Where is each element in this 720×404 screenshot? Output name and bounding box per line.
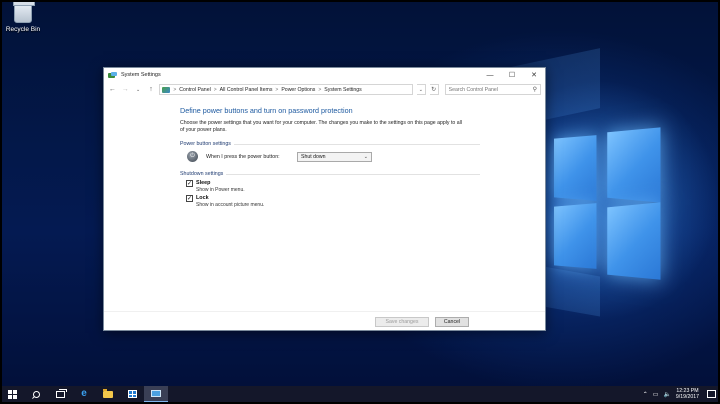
action-center-icon[interactable] <box>707 390 716 398</box>
store-icon <box>128 390 137 398</box>
search-icon <box>33 391 40 398</box>
start-button[interactable] <box>0 386 24 402</box>
mouse-pointer-icon <box>333 229 337 235</box>
power-button-settings-header: Power button settings <box>180 141 480 147</box>
search-box[interactable]: ⚲ <box>445 84 541 95</box>
power-button-label: When I press the power button: <box>206 154 297 160</box>
page-title: Define power buttons and turn on passwor… <box>180 106 480 115</box>
forward-arrow-icon[interactable]: → <box>121 86 130 93</box>
up-arrow-icon[interactable]: ↑ <box>147 86 156 93</box>
system-tray: ⌃ ▭ 🔈 12:23 PM 9/19/2017 <box>643 388 720 400</box>
desktop: Recycle Bin System Settings — ☐ ✕ ← → ⌄ … <box>0 0 720 386</box>
task-view-icon <box>56 391 65 398</box>
address-dropdown-icon[interactable]: ⌄ <box>417 84 426 95</box>
footer: Save changes Cancel <box>104 311 545 331</box>
section-divider <box>226 174 480 175</box>
minimize-button[interactable]: — <box>479 68 501 82</box>
recent-dropdown-icon[interactable]: ⌄ <box>134 87 143 93</box>
windows-logo-pane <box>607 127 660 202</box>
letterbox-bar <box>0 0 720 2</box>
power-button-row: ⏻ When I press the power button: Shut do… <box>187 151 480 162</box>
breadcrumb-separator: > <box>318 87 321 93</box>
volume-icon[interactable]: 🔈 <box>663 391 670 398</box>
section-title: Shutdown settings <box>180 171 223 177</box>
windows-start-icon <box>8 390 17 399</box>
breadcrumb-system-settings[interactable]: System Settings <box>324 87 361 93</box>
store-button[interactable] <box>120 386 144 402</box>
window-title: System Settings <box>121 72 479 78</box>
section-title: Power button settings <box>180 141 231 147</box>
windows-logo-pane <box>554 135 597 201</box>
address-row: ← → ⌄ ↑ > Control Panel > All Control Pa… <box>104 82 545 97</box>
lock-option: ✓ Lock Show in account picture menu. <box>186 195 480 209</box>
file-explorer-button[interactable] <box>96 386 120 402</box>
search-button[interactable] <box>24 386 48 402</box>
breadcrumb-separator: > <box>275 87 278 93</box>
power-button-value: Shut down <box>301 154 326 160</box>
breadcrumb-all-items[interactable]: All Control Panel Items <box>220 87 273 93</box>
network-icon[interactable]: ▭ <box>653 391 659 398</box>
folder-icon <box>103 391 113 398</box>
recycle-bin-icon <box>14 3 32 23</box>
control-panel-taskbar-button[interactable] <box>144 386 168 402</box>
main-content: Define power buttons and turn on passwor… <box>180 106 480 209</box>
power-icon: ⏻ <box>187 151 198 162</box>
sleep-checkbox[interactable]: ✓ <box>186 180 193 187</box>
windows-logo-pane <box>607 202 660 279</box>
sleep-description: Show in Power menu. <box>196 187 245 194</box>
system-settings-window: System Settings — ☐ ✕ ← → ⌄ ↑ > Control … <box>103 67 546 331</box>
sleep-label: Sleep <box>196 180 245 187</box>
search-input[interactable] <box>449 87 529 93</box>
breadcrumb-power-options[interactable]: Power Options <box>281 87 315 93</box>
lock-label: Lock <box>196 195 264 202</box>
letterbox-bar <box>0 0 2 404</box>
recycle-bin-label: Recycle Bin <box>3 26 43 33</box>
maximize-button[interactable]: ☐ <box>501 68 523 82</box>
control-panel-icon <box>151 390 161 397</box>
search-icon: ⚲ <box>533 86 537 93</box>
page-description: Choose the power settings that you want … <box>180 120 466 134</box>
shutdown-settings-header: Shutdown settings <box>180 171 480 177</box>
breadcrumb-separator: > <box>214 87 217 93</box>
address-bar[interactable]: > Control Panel > All Control Panel Item… <box>159 84 413 95</box>
close-button[interactable]: ✕ <box>523 68 545 82</box>
chevron-up-icon[interactable]: ⌃ <box>643 391 648 398</box>
save-changes-button[interactable]: Save changes <box>375 317 429 327</box>
section-divider <box>234 144 480 145</box>
edge-button[interactable]: e <box>72 386 96 402</box>
lock-description: Show in account picture menu. <box>196 202 264 209</box>
breadcrumb-control-panel[interactable]: Control Panel <box>179 87 210 93</box>
power-button-select[interactable]: Shut down ⌄ <box>297 152 372 162</box>
sleep-option: ✓ Sleep Show in Power menu. <box>186 180 480 194</box>
windows-logo-pane <box>554 203 597 269</box>
taskbar: e ⌃ ▭ 🔈 12:23 PM 9/19/2017 <box>0 386 720 402</box>
breadcrumb-separator: > <box>173 87 176 93</box>
edge-browser-icon: e <box>81 389 87 399</box>
cancel-button[interactable]: Cancel <box>435 317 469 327</box>
control-panel-icon <box>108 72 117 79</box>
refresh-icon[interactable]: ↻ <box>430 84 439 95</box>
control-panel-icon <box>162 87 170 93</box>
title-bar[interactable]: System Settings — ☐ ✕ <box>104 68 545 82</box>
task-view-button[interactable] <box>48 386 72 402</box>
back-arrow-icon[interactable]: ← <box>108 86 117 93</box>
clock[interactable]: 12:23 PM 9/19/2017 <box>676 388 699 400</box>
chevron-down-icon: ⌄ <box>364 154 368 160</box>
lock-checkbox[interactable]: ✓ <box>186 195 193 202</box>
recycle-bin-shortcut[interactable]: Recycle Bin <box>3 3 43 33</box>
clock-date: 9/19/2017 <box>676 394 699 400</box>
